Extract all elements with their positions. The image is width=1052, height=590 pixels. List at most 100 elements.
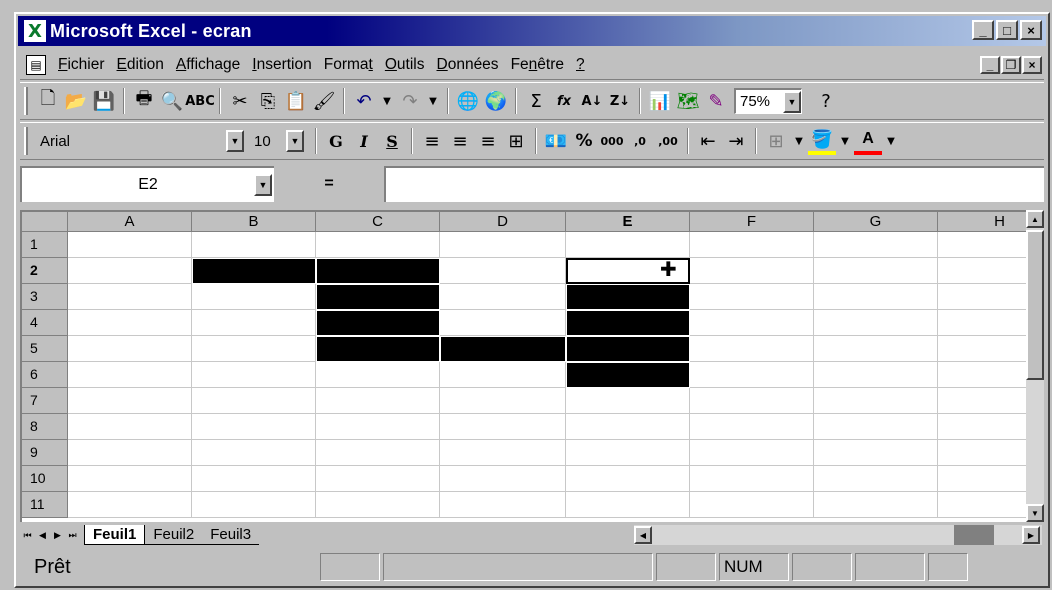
currency-icon[interactable]: 💶: [542, 127, 570, 155]
column-header-e[interactable]: E: [566, 212, 690, 232]
next-sheet-icon[interactable]: ▶: [50, 526, 65, 544]
cell-g6[interactable]: [814, 362, 938, 388]
cell-g5[interactable]: [814, 336, 938, 362]
column-header-a[interactable]: A: [68, 212, 192, 232]
cell-c1[interactable]: [316, 232, 440, 258]
italic-button[interactable]: I: [350, 127, 378, 155]
toolbar-grip[interactable]: [24, 87, 28, 115]
copy-icon[interactable]: ⎘: [254, 87, 282, 115]
undo-icon[interactable]: ↶: [350, 87, 378, 115]
row-header-2[interactable]: 2: [22, 258, 68, 284]
font-dropdown-icon[interactable]: ▼: [226, 130, 244, 152]
cell-a7[interactable]: [68, 388, 192, 414]
cell-h2[interactable]: [938, 258, 1026, 284]
font-size-dropdown-icon[interactable]: ▼: [286, 130, 304, 152]
cell-b2[interactable]: [192, 258, 316, 284]
menu-item-3[interactable]: Insertion: [246, 56, 317, 74]
cell-f11[interactable]: [690, 492, 814, 518]
doc-restore-button[interactable]: ❐: [1001, 55, 1021, 74]
cell-f10[interactable]: [690, 466, 814, 492]
cell-d11[interactable]: [440, 492, 566, 518]
cell-c8[interactable]: [316, 414, 440, 440]
horizontal-scrollbar[interactable]: ◀ ▶: [634, 525, 1042, 545]
open-folder-icon[interactable]: 📂: [62, 87, 90, 115]
autosum-icon[interactable]: Σ: [522, 87, 550, 115]
cell-d10[interactable]: [440, 466, 566, 492]
cell-d6[interactable]: [440, 362, 566, 388]
drawing-icon[interactable]: ✎: [702, 87, 730, 115]
cell-c11[interactable]: [316, 492, 440, 518]
first-sheet-icon[interactable]: ⏮: [20, 526, 35, 544]
cell-d2[interactable]: [440, 258, 566, 284]
sort-ascending-icon[interactable]: A↓: [578, 87, 606, 115]
cell-b9[interactable]: [192, 440, 316, 466]
cell-g8[interactable]: [814, 414, 938, 440]
horizontal-scroll-thumb[interactable]: [954, 525, 994, 545]
prev-sheet-icon[interactable]: ◀: [35, 526, 50, 544]
font-color-icon[interactable]: A: [854, 127, 882, 155]
menu-item-8[interactable]: ?: [570, 56, 591, 74]
column-header-d[interactable]: D: [440, 212, 566, 232]
cell-f9[interactable]: [690, 440, 814, 466]
align-left-icon[interactable]: ≡: [418, 127, 446, 155]
menu-item-6[interactable]: Données: [431, 56, 505, 74]
cell-c6[interactable]: [316, 362, 440, 388]
edit-formula-button[interactable]: =: [274, 175, 384, 193]
cell-c2[interactable]: [316, 258, 440, 284]
merge-center-icon[interactable]: ⊞: [502, 127, 530, 155]
cell-f8[interactable]: [690, 414, 814, 440]
cell-f5[interactable]: [690, 336, 814, 362]
cell-a5[interactable]: [68, 336, 192, 362]
font-size-select[interactable]: 10 ▼: [248, 128, 304, 154]
function-wizard-icon[interactable]: fx: [550, 87, 578, 115]
paste-icon[interactable]: 📋: [282, 87, 310, 115]
cell-d7[interactable]: [440, 388, 566, 414]
cell-b3[interactable]: [192, 284, 316, 310]
undo-dropdown-icon[interactable]: ▼: [378, 87, 396, 115]
cell-e11[interactable]: [566, 492, 690, 518]
cell-h11[interactable]: [938, 492, 1026, 518]
cell-e4[interactable]: [566, 310, 690, 336]
name-box-dropdown-icon[interactable]: ▼: [254, 174, 272, 196]
chart-wizard-icon[interactable]: 📊: [646, 87, 674, 115]
column-header-g[interactable]: G: [814, 212, 938, 232]
sort-descending-icon[interactable]: Z↓: [606, 87, 634, 115]
cell-d1[interactable]: [440, 232, 566, 258]
underline-button[interactable]: S: [378, 127, 406, 155]
cell-g10[interactable]: [814, 466, 938, 492]
fill-color-icon[interactable]: 🪣: [808, 127, 836, 155]
print-icon[interactable]: 🖶: [130, 87, 158, 115]
cell-h10[interactable]: [938, 466, 1026, 492]
cell-f7[interactable]: [690, 388, 814, 414]
cell-h6[interactable]: [938, 362, 1026, 388]
doc-minimize-button[interactable]: _: [980, 55, 1000, 74]
scroll-down-icon[interactable]: ▼: [1026, 504, 1044, 522]
cell-a4[interactable]: [68, 310, 192, 336]
cell-b4[interactable]: [192, 310, 316, 336]
cell-e5[interactable]: [566, 336, 690, 362]
percent-button[interactable]: %: [570, 127, 598, 155]
column-header-b[interactable]: B: [192, 212, 316, 232]
minimize-button[interactable]: _: [972, 20, 994, 40]
cell-c4[interactable]: [316, 310, 440, 336]
cell-g9[interactable]: [814, 440, 938, 466]
thousands-separator-button[interactable]: 000: [598, 127, 626, 155]
decrease-indent-icon[interactable]: ⇤: [694, 127, 722, 155]
cell-d3[interactable]: [440, 284, 566, 310]
cell-e7[interactable]: [566, 388, 690, 414]
worksheet-grid[interactable]: A B C D E F G H 1 2 ✚ 3 4 5 6 7 8 9 10 11: [20, 210, 1026, 522]
menu-item-7[interactable]: Fenêtre: [505, 56, 570, 74]
cell-a3[interactable]: [68, 284, 192, 310]
name-box[interactable]: E2 ▼: [20, 166, 274, 202]
cell-c10[interactable]: [316, 466, 440, 492]
cell-a1[interactable]: [68, 232, 192, 258]
title-bar[interactable]: X Microsoft Excel - ecran _ □ ×: [18, 16, 1046, 46]
column-header-h[interactable]: H: [938, 212, 1026, 232]
cell-d8[interactable]: [440, 414, 566, 440]
new-document-icon[interactable]: 🗋: [34, 87, 62, 115]
cell-h3[interactable]: [938, 284, 1026, 310]
row-header-11[interactable]: 11: [22, 492, 68, 518]
document-icon[interactable]: ▤: [26, 54, 46, 75]
cell-h1[interactable]: [938, 232, 1026, 258]
cell-a9[interactable]: [68, 440, 192, 466]
